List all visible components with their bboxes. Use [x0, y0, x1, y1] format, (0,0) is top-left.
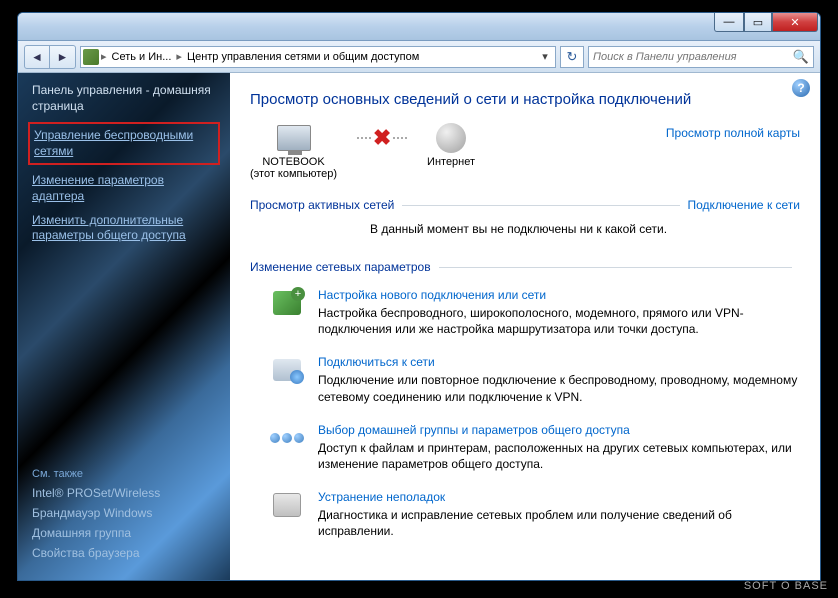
minimize-button[interactable]: — [714, 13, 744, 32]
connect-icon [273, 359, 301, 381]
search-box[interactable]: 🔍 [588, 46, 814, 68]
watermark: SOFT O BASE [744, 580, 828, 592]
main-content: ? Просмотр основных сведений о сети и на… [230, 73, 820, 580]
task-desc: Диагностика и исправление сетевых пробле… [318, 507, 800, 539]
breadcrumb-seg-network[interactable]: Сеть и Ин... [109, 51, 175, 63]
close-button[interactable]: ✕ [772, 13, 818, 32]
sidebar-home-link[interactable]: Панель управления - домашняя страница [32, 83, 216, 114]
back-button[interactable]: ◄ [24, 45, 50, 69]
sidebar-link-wireless[interactable]: Управление беспроводными сетями [28, 122, 220, 165]
sidebar-link-adapter[interactable]: Изменение параметров адаптера [32, 173, 216, 204]
help-icon[interactable]: ? [792, 79, 810, 97]
maximize-button[interactable]: ▭ [744, 13, 772, 32]
sidebar-see-also: См. также Intel® PROSet/Wireless Брандма… [32, 468, 216, 566]
globe-icon [436, 123, 466, 153]
homegroup-icon [270, 433, 304, 443]
window-controls: — ▭ ✕ [714, 13, 818, 32]
node-sub: (этот компьютер) [250, 168, 337, 180]
page-title: Просмотр основных сведений о сети и наст… [250, 91, 800, 108]
see-also-firewall[interactable]: Брандмауэр Windows [32, 506, 216, 520]
search-input[interactable] [593, 51, 793, 63]
task-desc: Подключение или повторное подключение к … [318, 372, 800, 404]
full-map-link[interactable]: Просмотр полной карты [666, 126, 800, 140]
task-troubleshoot: Устранение неполадок Диагностика и испра… [270, 490, 800, 539]
breadcrumb-sep: ▸ [176, 50, 182, 63]
control-panel-window: — ▭ ✕ ◄ ► ▸ Сеть и Ин... ▸ Центр управле… [17, 12, 821, 581]
forward-button[interactable]: ► [50, 45, 76, 69]
refresh-button[interactable]: ↻ [560, 46, 584, 68]
breadcrumb[interactable]: ▸ Сеть и Ин... ▸ Центр управления сетями… [80, 46, 556, 68]
task-homegroup: Выбор домашней группы и параметров общег… [270, 423, 800, 472]
no-connection-text: В данный момент вы не подключены ни к ка… [250, 218, 800, 250]
disconnected-icon: ✖ [373, 125, 391, 151]
active-networks-header: Просмотр активных сетей Подключение к се… [250, 198, 800, 212]
task-connect: Подключиться к сети Подключение или повт… [270, 355, 800, 404]
search-icon: 🔍 [793, 49, 809, 65]
nav-buttons: ◄ ► [24, 45, 76, 69]
change-settings-header: Изменение сетевых параметров [250, 260, 800, 274]
breadcrumb-sep: ▸ [101, 50, 107, 63]
troubleshoot-icon [273, 493, 301, 517]
connection-broken: ✖ [357, 122, 407, 154]
see-also-title: См. также [32, 468, 216, 480]
node-name: NOTEBOOK [250, 156, 337, 168]
breadcrumb-dropdown[interactable]: ▾ [537, 50, 553, 63]
task-link-troubleshoot[interactable]: Устранение неполадок [318, 490, 445, 504]
computer-icon [277, 125, 311, 151]
titlebar: — ▭ ✕ [18, 13, 820, 41]
section-title: Просмотр активных сетей [250, 198, 394, 212]
node-name: Интернет [427, 156, 475, 168]
see-also-browser[interactable]: Свойства браузера [32, 546, 216, 560]
task-desc: Настройка беспроводного, широкополосного… [318, 305, 800, 337]
task-setup-connection: Настройка нового подключения или сети На… [270, 288, 800, 337]
task-link-setup[interactable]: Настройка нового подключения или сети [318, 288, 546, 302]
node-internet: Интернет [427, 122, 475, 168]
window-body: Панель управления - домашняя страница Уп… [18, 73, 820, 580]
node-this-pc: NOTEBOOK (этот компьютер) [250, 122, 337, 180]
sidebar-link-sharing[interactable]: Изменить дополнительные параметры общего… [32, 213, 216, 244]
setup-icon [273, 291, 301, 315]
breadcrumb-seg-sharing-center[interactable]: Центр управления сетями и общим доступом [184, 51, 422, 63]
section-title: Изменение сетевых параметров [250, 260, 431, 274]
address-bar: ◄ ► ▸ Сеть и Ин... ▸ Центр управления се… [18, 41, 820, 73]
network-category-icon [83, 49, 99, 65]
task-desc: Доступ к файлам и принтерам, расположенн… [318, 440, 800, 472]
connect-to-network-link[interactable]: Подключение к сети [688, 198, 800, 212]
network-map: NOTEBOOK (этот компьютер) ✖ Интернет Про… [250, 122, 800, 180]
task-link-connect[interactable]: Подключиться к сети [318, 355, 435, 369]
see-also-proset[interactable]: Intel® PROSet/Wireless [32, 486, 216, 500]
task-link-homegroup[interactable]: Выбор домашней группы и параметров общег… [318, 423, 630, 437]
see-also-homegroup[interactable]: Домашняя группа [32, 526, 216, 540]
sidebar: Панель управления - домашняя страница Уп… [18, 73, 230, 580]
